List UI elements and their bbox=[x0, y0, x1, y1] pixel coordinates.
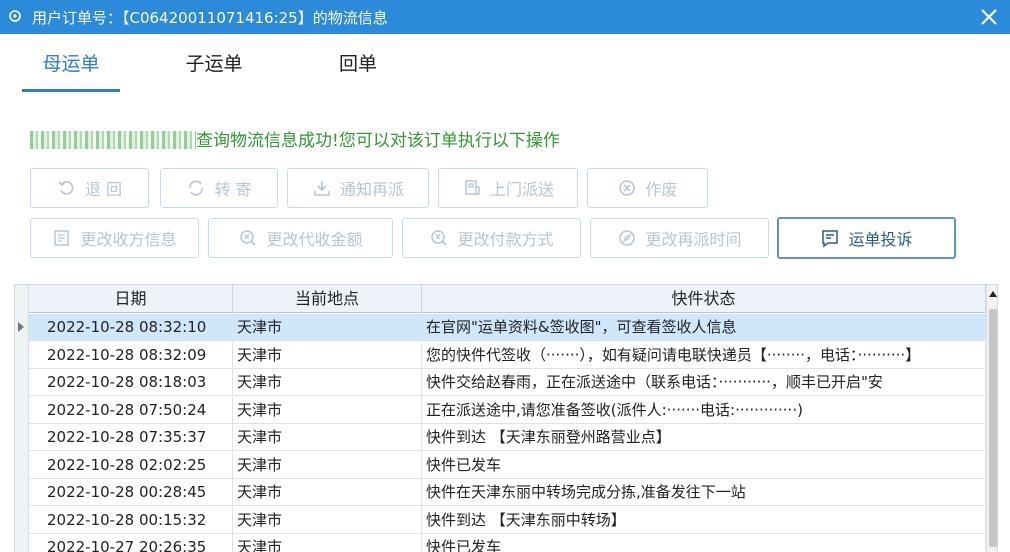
notify-redeliver-button[interactable]: 通知再派 bbox=[287, 168, 429, 208]
undo-icon bbox=[58, 181, 74, 195]
cell-date: 2022-10-28 08:18:03 bbox=[29, 369, 233, 396]
money-search-icon bbox=[240, 230, 257, 246]
cell-status: 快件到达 【天津东丽登州路营业点】 bbox=[422, 424, 986, 451]
forward-button[interactable]: 转 寄 bbox=[160, 168, 278, 208]
cell-date: 2022-10-28 00:28:45 bbox=[29, 479, 233, 506]
cell-location: 天津市 bbox=[233, 534, 422, 552]
change-cod-amount-label: 更改代收金额 bbox=[266, 230, 363, 249]
table-row[interactable]: 2022-10-28 08:18:03 天津市 快件交给赵春雨，正在派送途中（联系电… bbox=[29, 369, 986, 396]
download-icon bbox=[314, 181, 330, 196]
cell-date: 2022-10-27 20:26:35 bbox=[29, 534, 233, 552]
table-row[interactable]: 2022-10-28 08:32:10 天津市 在官网"运单资料&签收图"，可查看签… bbox=[29, 314, 986, 341]
cell-status: 在官网"运单资料&签收图"，可查看签收人信息 bbox=[422, 314, 986, 341]
table-row[interactable]: 2022-10-28 00:15:32 天津市 快件到达 【天津东丽中转场】 bbox=[29, 506, 986, 534]
edit-doc-icon bbox=[54, 230, 70, 246]
change-redeliver-time-button[interactable]: 更改再派时间 bbox=[590, 218, 769, 258]
complaint-icon bbox=[822, 230, 839, 248]
column-header-location[interactable]: 当前地点 bbox=[233, 285, 422, 313]
column-header-date[interactable]: 日期 bbox=[29, 285, 233, 313]
waybill-complaint-button[interactable]: 运单投诉 bbox=[777, 217, 956, 259]
column-header-status[interactable]: 快件状态 bbox=[422, 285, 986, 313]
tracking-number-redacted bbox=[30, 131, 196, 149]
cell-date: 2022-10-28 08:32:09 bbox=[29, 341, 233, 369]
cell-date: 2022-10-28 07:50:24 bbox=[29, 396, 233, 424]
cell-location: 天津市 bbox=[233, 396, 422, 424]
cell-location: 天津市 bbox=[233, 424, 422, 451]
cell-date: 2022-10-28 00:15:32 bbox=[29, 506, 233, 534]
table-row[interactable]: 2022-10-28 07:50:24 天津市 正在派送途中,请您准备签收(派件人:… bbox=[29, 396, 986, 424]
change-redeliver-time-label: 更改再派时间 bbox=[645, 230, 742, 249]
cell-status: 快件在天津东丽中转场完成分拣,准备发往下一站 bbox=[422, 479, 986, 506]
void-button[interactable]: 作废 bbox=[587, 168, 708, 208]
compass-icon bbox=[619, 230, 636, 246]
window-title: 用户订单号：【C06420011071416:25】的物流信息 bbox=[32, 9, 388, 27]
status-text: 查询物流信息成功!您可以对该订单执行以下操作 bbox=[196, 131, 560, 151]
cell-status: 快件已发车 bbox=[422, 451, 986, 479]
table-row[interactable]: 2022-10-28 00:28:45 天津市 快件在天津东丽中转场完成分拣,准备发… bbox=[29, 479, 986, 506]
cell-location: 天津市 bbox=[233, 506, 422, 534]
tab-child-waybill[interactable]: 子运单 bbox=[167, 50, 261, 92]
change-payment-method-label: 更改付款方式 bbox=[457, 230, 554, 249]
cell-status: 正在派送途中,请您准备签收(派件人:·······电话:············… bbox=[422, 396, 986, 424]
cell-date: 2022-10-28 02:02:25 bbox=[29, 451, 233, 479]
tab-parent-waybill[interactable]: 母运单 bbox=[22, 50, 120, 92]
waybill-complaint-label: 运单投诉 bbox=[848, 230, 913, 249]
current-row-arrow-icon bbox=[18, 322, 24, 332]
app-icon bbox=[9, 10, 21, 22]
change-payment-method-button[interactable]: 更改付款方式 bbox=[402, 218, 581, 258]
cell-date: 2022-10-28 08:32:10 bbox=[29, 314, 233, 341]
table-row[interactable]: 2022-10-28 07:35:37 天津市 快件到达 【天津东丽登州路营业点】 bbox=[29, 424, 986, 451]
vertical-scrollbar[interactable] bbox=[986, 285, 997, 552]
scroll-up-icon[interactable] bbox=[989, 291, 997, 297]
tracking-table: 日期 当前地点 快件状态 2022-10-28 08:32:10 天津市 在官网"运… bbox=[14, 284, 998, 552]
cell-location: 天津市 bbox=[233, 314, 422, 341]
cell-location: 天津市 bbox=[233, 341, 422, 369]
door-delivery-button[interactable]: 上门派送 bbox=[438, 168, 578, 208]
notify-redeliver-label: 通知再派 bbox=[339, 180, 404, 199]
void-label: 作废 bbox=[645, 180, 678, 199]
money-search-icon bbox=[431, 230, 448, 246]
scroll-thumb[interactable] bbox=[989, 309, 997, 547]
table-row[interactable]: 2022-10-28 02:02:25 天津市 快件已发车 bbox=[29, 451, 986, 479]
cell-status: 快件已发车 bbox=[422, 534, 986, 552]
change-receiver-label: 更改收方信息 bbox=[80, 230, 177, 249]
cell-location: 天津市 bbox=[233, 479, 422, 506]
cell-date: 2022-10-28 07:35:37 bbox=[29, 424, 233, 451]
refresh-icon bbox=[189, 180, 204, 196]
cell-location: 天津市 bbox=[233, 451, 422, 479]
cell-location: 天津市 bbox=[233, 369, 422, 396]
cell-status: 快件到达 【天津东丽中转场】 bbox=[422, 506, 986, 534]
forward-label: 转 寄 bbox=[214, 180, 252, 199]
table-row[interactable]: 2022-10-28 08:32:09 天津市 您的快件代签收（·······），如… bbox=[29, 341, 986, 369]
cell-status: 您的快件代签收（·······），如有疑问请电联快递员【········，电话：… bbox=[422, 341, 986, 369]
status-message: 查询物流信息成功!您可以对该订单执行以下操作 bbox=[30, 126, 560, 151]
door-delivery-label: 上门派送 bbox=[489, 180, 554, 199]
return-label: 退 回 bbox=[84, 180, 123, 199]
close-icon[interactable] bbox=[975, 4, 1003, 30]
cell-status: 快件交给赵春雨，正在派送途中（联系电话：···········，顺丰已开启"安 bbox=[422, 369, 986, 396]
cancel-circle-icon bbox=[619, 180, 636, 196]
tab-return-receipt[interactable]: 回单 bbox=[320, 50, 396, 92]
change-cod-amount-button[interactable]: 更改代收金额 bbox=[208, 218, 393, 258]
truck-icon bbox=[465, 180, 480, 195]
window-titlebar: 用户订单号：【C06420011071416:25】的物流信息 bbox=[0, 0, 1010, 34]
table-row[interactable]: 2022-10-27 20:26:35 天津市 快件已发车 bbox=[29, 534, 986, 552]
return-button[interactable]: 退 回 bbox=[30, 168, 149, 208]
change-receiver-button[interactable]: 更改收方信息 bbox=[30, 218, 199, 258]
